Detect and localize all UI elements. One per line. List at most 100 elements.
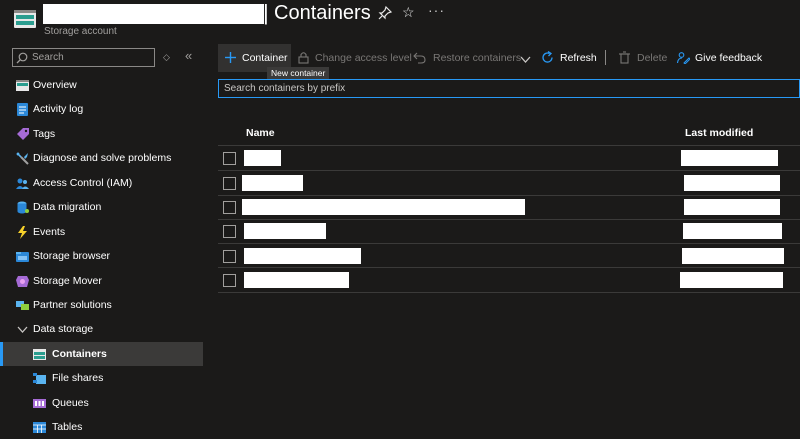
collapse-sidebar-icon[interactable]: « [185, 49, 192, 63]
redacted-last-modified [684, 199, 780, 215]
page-subtitle: Storage account [44, 26, 117, 37]
row-checkbox[interactable] [223, 177, 236, 190]
table-row[interactable] [218, 146, 800, 170]
lightning-icon [18, 226, 27, 239]
sidebar-search-input[interactable] [32, 50, 150, 65]
page-title: Containers [274, 2, 371, 24]
sidebar-item-containers[interactable]: Containers [0, 342, 203, 366]
feedback-icon [677, 52, 690, 64]
column-header-last-modified[interactable]: Last modified [685, 127, 753, 139]
sidebar-item-label: Data storage [33, 323, 94, 335]
tag-icon [17, 128, 29, 140]
table-row[interactable] [218, 195, 800, 219]
row-checkbox[interactable] [223, 201, 236, 214]
sidebar-item-tags[interactable]: Tags [0, 122, 203, 146]
sidebar-item-partner-solutions[interactable]: Partner solutions [0, 293, 203, 317]
restore-containers-label: Restore containers [433, 52, 522, 64]
storage-mover-icon [16, 276, 29, 287]
redacted-last-modified [683, 223, 782, 239]
redacted-container-name [242, 199, 525, 215]
change-access-level-button[interactable]: Change access level [297, 44, 412, 72]
sidebar-item-storage-mover[interactable]: Storage Mover [0, 269, 203, 293]
redacted-last-modified [680, 272, 783, 288]
sidebar-item-diagnose[interactable]: Diagnose and solve problems [0, 146, 203, 170]
sidebar-item-label: Activity log [33, 103, 84, 115]
delete-button[interactable]: Delete [618, 44, 668, 72]
sidebar-item-storage-browser[interactable]: Storage browser [0, 244, 203, 268]
sidebar-item-queues[interactable]: Queues [0, 391, 203, 415]
redacted-container-name [244, 150, 281, 166]
row-checkbox[interactable] [223, 274, 236, 287]
table-row[interactable] [218, 219, 800, 243]
container-filter[interactable] [218, 79, 800, 98]
undo-icon [413, 52, 426, 64]
redacted-container-name [244, 248, 361, 264]
lock-icon [298, 52, 309, 64]
sidebar-item-label: File shares [52, 372, 104, 384]
sidebar-search[interactable] [12, 48, 155, 67]
table-row[interactable] [218, 268, 800, 292]
sidebar-item-label: Storage Mover [33, 275, 102, 287]
star-icon[interactable]: ☆ [402, 4, 415, 20]
refresh-label: Refresh [560, 52, 597, 64]
refresh-icon [542, 51, 553, 63]
sidebar-item-label: Overview [33, 79, 77, 91]
pin-icon[interactable] [378, 6, 392, 20]
chevron-down-icon [17, 326, 28, 333]
add-container-label: Container [242, 52, 288, 64]
search-icon [16, 52, 28, 64]
sidebar-item-label: Partner solutions [33, 299, 112, 311]
table-divider [218, 292, 800, 293]
row-checkbox[interactable] [223, 152, 236, 165]
sidebar-item-label: Diagnose and solve problems [33, 152, 172, 164]
column-header-name[interactable]: Name [246, 127, 275, 139]
sidebar-item-iam[interactable]: Access Control (IAM) [0, 171, 203, 195]
sidebar-item-label: Queues [52, 397, 89, 409]
row-checkbox[interactable] [223, 225, 236, 238]
sidebar-item-events[interactable]: Events [0, 220, 203, 244]
change-access-level-label: Change access level [315, 52, 412, 64]
restore-containers-button[interactable]: Restore containers [413, 44, 533, 72]
sidebar-item-label: Tags [33, 128, 56, 140]
row-checkbox[interactable] [223, 250, 236, 263]
tables-icon [33, 422, 46, 433]
sidebar-item-label: Tables [52, 421, 83, 433]
sort-icon[interactable]: ◇ [163, 52, 170, 62]
trash-icon [619, 51, 630, 64]
queues-icon [33, 399, 46, 408]
redacted-container-name [244, 223, 326, 239]
give-feedback-label: Give feedback [695, 52, 763, 64]
redacted-last-modified [684, 175, 780, 191]
give-feedback-button[interactable]: Give feedback [677, 44, 762, 72]
refresh-button[interactable]: Refresh [541, 44, 601, 72]
sidebar-item-label: Events [33, 226, 66, 238]
storage-account-icon [14, 10, 36, 28]
container-prefix-search-input[interactable] [224, 81, 784, 96]
wrench-icon [16, 152, 29, 165]
activity-log-icon [17, 103, 28, 116]
chevron-down-icon [520, 56, 531, 63]
redacted-last-modified [681, 150, 778, 166]
sidebar-group-data-storage[interactable]: Data storage [0, 317, 203, 341]
redacted-container-name [242, 175, 303, 191]
partner-icon [16, 301, 29, 310]
table-row[interactable] [218, 244, 800, 268]
sidebar-item-overview[interactable]: Overview [0, 73, 203, 97]
redacted-last-modified [682, 248, 784, 264]
table-row[interactable] [218, 171, 800, 195]
sidebar-item-data-migration[interactable]: Data migration [0, 195, 203, 219]
sidebar-item-file-shares[interactable]: File shares [0, 366, 203, 390]
sidebar-item-label: Data migration [33, 201, 102, 213]
containers-icon [33, 349, 46, 360]
more-icon[interactable]: ··· [428, 2, 445, 18]
delete-label: Delete [637, 52, 668, 64]
redacted-account-name [43, 4, 264, 24]
sidebar-item-tables[interactable]: Tables [0, 415, 203, 439]
overview-icon [16, 80, 29, 91]
sidebar-item-label: Storage browser [33, 250, 111, 262]
plus-icon [225, 52, 236, 63]
database-icon [17, 201, 29, 214]
file-shares-icon [33, 373, 46, 384]
sidebar-item-activity-log[interactable]: Activity log [0, 97, 203, 121]
storage-browser-icon [16, 252, 29, 262]
